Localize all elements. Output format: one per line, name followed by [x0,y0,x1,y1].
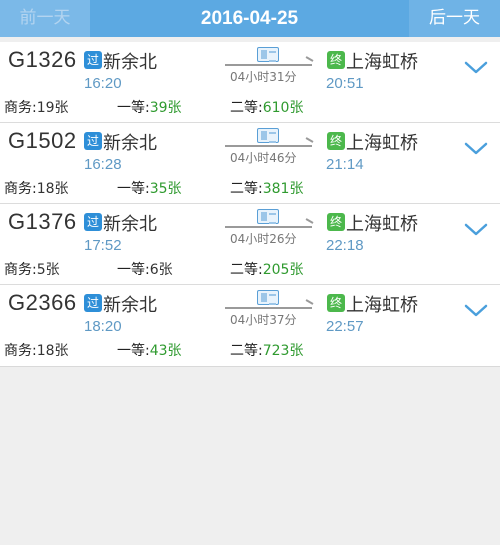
train-card[interactable]: G1502 过 新余北 16:28 04小时46分 终 上海虹桥 21:14 商… [0,123,500,204]
ticket-icon [257,128,279,143]
from-station: 新余北 [103,295,157,316]
train-number: G2366 [8,290,77,315]
seat-label: 二等: [230,343,263,359]
train-card[interactable]: G1376 过 新余北 17:52 04小时26分 终 上海虹桥 22:18 商… [0,204,500,285]
travel-duration: 04小时31分 [230,70,297,84]
seat-second-class: 二等:610张 [230,97,303,117]
seat-label: 一等: [117,100,150,116]
ticket-icon [257,47,279,62]
seat-label: 商务: [4,100,37,116]
to-station: 上海虹桥 [346,295,418,316]
seat-business: 商务:5张 [4,259,60,279]
seat-first-class: 一等:43张 [117,340,182,360]
chevron-down-icon[interactable] [463,222,489,238]
arrive-time: 22:57 [326,318,364,335]
seat-count: 610张 [262,100,304,116]
seat-first-class: 一等:6张 [117,259,173,279]
seat-label: 一等: [117,343,150,359]
arrive-time: 22:18 [326,237,364,254]
previous-day-button[interactable]: 前一天 [0,0,90,37]
route-arrow-icon [225,145,312,147]
depart-time: 16:20 [84,75,122,92]
seat-count: 39张 [149,100,182,116]
seat-count: 205张 [262,262,304,278]
train-card[interactable]: G1326 过 新余北 16:20 04小时31分 终 上海虹桥 20:51 商… [0,42,500,123]
depart-time: 18:20 [84,318,122,335]
seat-count: 19张 [36,100,69,116]
seat-business: 商务:18张 [4,178,69,198]
terminal-station-badge: 终 [327,132,345,150]
from-station: 新余北 [103,52,157,73]
seat-label: 二等: [230,262,263,278]
seat-label: 二等: [230,100,263,116]
route-arrow-icon [225,64,312,66]
seat-label: 二等: [230,181,263,197]
terminal-station-badge: 终 [327,213,345,231]
seat-count: 35张 [149,181,182,197]
pass-station-badge: 过 [84,294,102,312]
seat-business: 商务:19张 [4,97,69,117]
train-card[interactable]: G2366 过 新余北 18:20 04小时37分 终 上海虹桥 22:57 商… [0,285,500,366]
to-station: 上海虹桥 [346,52,418,73]
seat-count: 381张 [262,181,304,197]
selected-date[interactable]: 2016-04-25 [90,0,409,37]
train-number: G1502 [8,128,77,153]
ticket-icon [257,209,279,224]
seat-second-class: 二等:381张 [230,178,303,198]
seat-count: 18张 [36,343,69,359]
seat-label: 一等: [117,262,150,278]
seat-count: 723张 [262,343,304,359]
from-station: 新余北 [103,133,157,154]
top-bar: 前一天 2016-04-25 后一天 [0,0,500,37]
chevron-down-icon[interactable] [463,60,489,76]
seat-first-class: 一等:35张 [117,178,182,198]
travel-duration: 04小时46分 [230,151,297,165]
seat-count: 18张 [36,181,69,197]
pass-station-badge: 过 [84,213,102,231]
seat-count: 6张 [149,262,173,278]
to-station: 上海虹桥 [346,133,418,154]
arrive-time: 20:51 [326,75,364,92]
train-number: G1376 [8,209,77,234]
from-station: 新余北 [103,214,157,235]
to-station: 上海虹桥 [346,214,418,235]
seat-first-class: 一等:39张 [117,97,182,117]
seat-label: 商务: [4,181,37,197]
seat-label: 商务: [4,343,37,359]
seat-business: 商务:18张 [4,340,69,360]
route-arrow-icon [225,226,312,228]
terminal-station-badge: 终 [327,294,345,312]
seat-count: 43张 [149,343,182,359]
seat-label: 商务: [4,262,37,278]
arrive-time: 21:14 [326,156,364,173]
train-number: G1326 [8,47,77,72]
next-day-button[interactable]: 后一天 [409,0,500,37]
depart-time: 16:28 [84,156,122,173]
chevron-down-icon[interactable] [463,303,489,319]
route-arrow-icon [225,307,312,309]
pass-station-badge: 过 [84,132,102,150]
ticket-icon [257,290,279,305]
travel-duration: 04小时26分 [230,232,297,246]
seat-second-class: 二等:723张 [230,340,303,360]
chevron-down-icon[interactable] [463,141,489,157]
depart-time: 17:52 [84,237,122,254]
travel-duration: 04小时37分 [230,313,297,327]
pass-station-badge: 过 [84,51,102,69]
train-list: G1326 过 新余北 16:20 04小时31分 终 上海虹桥 20:51 商… [0,42,500,367]
seat-label: 一等: [117,181,150,197]
terminal-station-badge: 终 [327,51,345,69]
seat-second-class: 二等:205张 [230,259,303,279]
seat-count: 5张 [36,262,60,278]
